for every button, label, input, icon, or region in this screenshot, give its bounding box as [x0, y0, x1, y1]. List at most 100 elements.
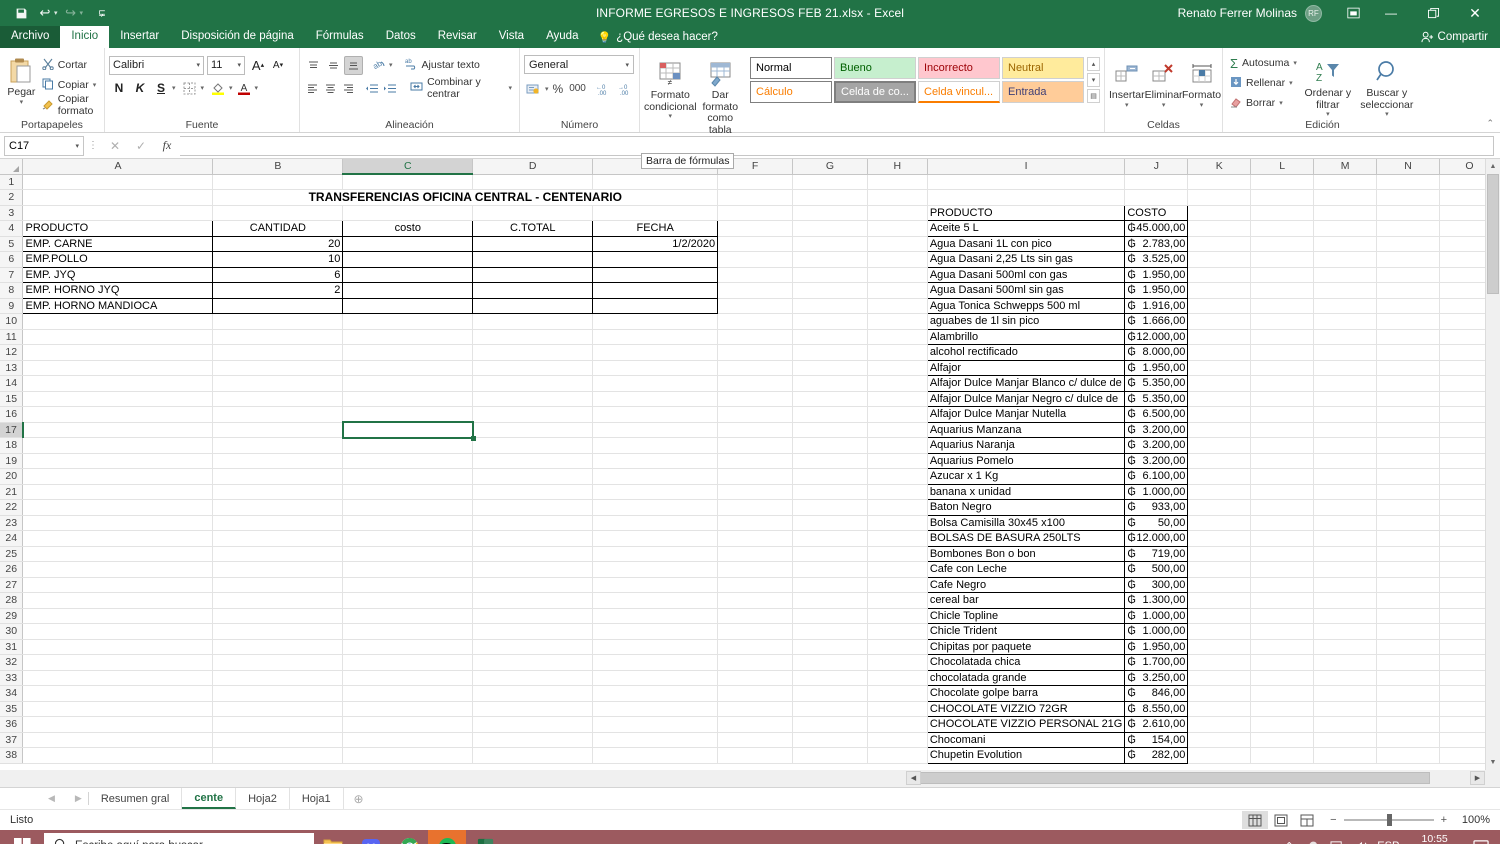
cell-C30[interactable]: [342, 623, 474, 640]
language-indicator[interactable]: ESP: [1373, 830, 1403, 844]
cell-K9[interactable]: [1187, 298, 1252, 314]
cell-F9[interactable]: [717, 298, 793, 314]
product-name-34[interactable]: Chocolate golpe barra: [926, 685, 1126, 702]
cell-C38[interactable]: [342, 747, 474, 764]
bold-button[interactable]: N: [109, 78, 129, 98]
left-cell-D9[interactable]: [472, 297, 594, 314]
product-cost-10[interactable]: ₲ 1.666,00: [1124, 313, 1189, 330]
product-name-32[interactable]: Chocolatada chica: [926, 654, 1126, 671]
cell-B15[interactable]: [212, 391, 344, 407]
product-name-19[interactable]: Aquarius Pomelo: [926, 452, 1126, 469]
conditional-format-caret-icon[interactable]: ▾: [669, 113, 673, 121]
cell-A23[interactable]: [22, 515, 214, 531]
column-header-H[interactable]: H: [867, 159, 928, 175]
product-cost-26[interactable]: ₲ 500,00: [1124, 561, 1189, 578]
cell-M13[interactable]: [1313, 360, 1378, 376]
cell-E17[interactable]: [592, 422, 719, 438]
cell-H26[interactable]: [867, 561, 928, 578]
product-name-36[interactable]: CHOCOLATE VIZZIO PERSONAL 21G: [926, 716, 1126, 733]
cell-F19[interactable]: [717, 453, 793, 469]
cell-F23[interactable]: [717, 515, 793, 531]
cell-C15[interactable]: [342, 391, 474, 407]
left-cell-E9[interactable]: [592, 297, 719, 314]
left-cell-B7[interactable]: 6: [212, 266, 344, 283]
format-cells-caret-icon[interactable]: ▾: [1200, 102, 1204, 110]
cell-F13[interactable]: [717, 360, 793, 376]
row-header-31[interactable]: 31: [0, 639, 24, 655]
product-name-27[interactable]: Cafe Negro: [926, 576, 1126, 593]
cell-D20[interactable]: [472, 468, 594, 485]
cell-F3[interactable]: [717, 205, 793, 221]
left-cell-A9[interactable]: EMP. HORNO MANDIOCA: [22, 297, 214, 314]
left-cell-E5[interactable]: 1/2/2020: [592, 235, 719, 252]
product-name-13[interactable]: Alfajor: [926, 359, 1126, 376]
product-cost-12[interactable]: ₲ 8.000,00: [1124, 344, 1189, 361]
cell-E23[interactable]: [592, 515, 719, 531]
cell-F1[interactable]: [717, 174, 793, 190]
cell-L17[interactable]: [1250, 422, 1315, 438]
cell-E16[interactable]: [592, 406, 719, 423]
cell-A33[interactable]: [22, 670, 214, 686]
cell-M3[interactable]: [1313, 205, 1378, 221]
cell-A21[interactable]: [22, 484, 214, 500]
product-cost-8[interactable]: ₲ 1.950,00: [1124, 282, 1189, 299]
cell-D1[interactable]: [472, 174, 594, 190]
cell-K2[interactable]: [1187, 189, 1252, 206]
cell-D28[interactable]: [472, 592, 594, 609]
row-header-27[interactable]: 27: [0, 577, 24, 593]
cell-G14[interactable]: [792, 375, 868, 392]
cell-E28[interactable]: [592, 592, 719, 609]
product-name-17[interactable]: Aquarius Manzana: [926, 421, 1126, 438]
cell-F2[interactable]: [717, 189, 793, 206]
row-header-25[interactable]: 25: [0, 546, 24, 562]
cell-N35[interactable]: [1376, 701, 1440, 717]
increase-indent-button[interactable]: [381, 79, 398, 98]
increase-decimal-button[interactable]: ←0.00: [594, 79, 614, 98]
cell-D33[interactable]: [472, 670, 594, 686]
cell-D29[interactable]: [472, 608, 594, 624]
cell-A12[interactable]: [22, 344, 214, 361]
tab-disposicion-de-pagina[interactable]: Disposición de página: [170, 26, 305, 48]
cell-A18[interactable]: [22, 437, 214, 454]
cell-G13[interactable]: [792, 360, 868, 376]
row-header-37[interactable]: 37: [0, 732, 24, 748]
product-cost-4[interactable]: ₲ 45.000,00: [1124, 220, 1189, 237]
cell-N1[interactable]: [1376, 174, 1440, 190]
product-cost-5[interactable]: ₲ 2.783,00: [1124, 235, 1189, 252]
cell-G5[interactable]: [792, 236, 868, 252]
cell-L37[interactable]: [1250, 732, 1315, 748]
cell-G17[interactable]: [792, 422, 868, 438]
product-name-28[interactable]: cereal bar: [926, 592, 1126, 609]
cell-D3[interactable]: [472, 205, 594, 221]
volume-icon[interactable]: [1349, 830, 1373, 844]
tell-me-box[interactable]: 💡 ¿Qué desea hacer?: [589, 26, 725, 48]
cell-J1[interactable]: [1124, 174, 1189, 190]
cell-E26[interactable]: [592, 561, 719, 578]
cell-G3[interactable]: [792, 205, 868, 221]
product-name-10[interactable]: aguabes de 1l sin pico: [926, 313, 1126, 330]
cell-B30[interactable]: [212, 623, 344, 640]
minimize-icon[interactable]: —: [1370, 0, 1412, 26]
left-header-E[interactable]: FECHA: [592, 220, 719, 237]
cell-L24[interactable]: [1250, 530, 1315, 547]
cell-B33[interactable]: [212, 670, 344, 686]
row-header-30[interactable]: 30: [0, 623, 24, 640]
cell-M15[interactable]: [1313, 391, 1378, 407]
product-name-18[interactable]: Aquarius Naranja: [926, 437, 1126, 454]
cell-C13[interactable]: [342, 360, 474, 376]
cell-A16[interactable]: [22, 406, 214, 423]
format-as-table-button[interactable]: Dar formato como tabla ▾: [697, 55, 744, 144]
cell-L1[interactable]: [1250, 174, 1315, 190]
cut-button[interactable]: Cortar: [39, 55, 100, 75]
cell-C35[interactable]: [342, 701, 474, 717]
product-name-38[interactable]: Chupetin Evolution: [926, 747, 1126, 764]
column-header-D[interactable]: D: [472, 159, 594, 175]
name-box[interactable]: C17 ▾: [4, 135, 84, 156]
product-cost-27[interactable]: ₲ 300,00: [1124, 576, 1189, 593]
left-cell-E7[interactable]: [592, 266, 719, 283]
product-name-30[interactable]: Chicle Trident: [926, 623, 1126, 640]
cell-E25[interactable]: [592, 546, 719, 562]
align-bottom-button[interactable]: [344, 55, 363, 75]
accounting-format-button[interactable]: [524, 79, 543, 98]
cell-E14[interactable]: [592, 375, 719, 392]
